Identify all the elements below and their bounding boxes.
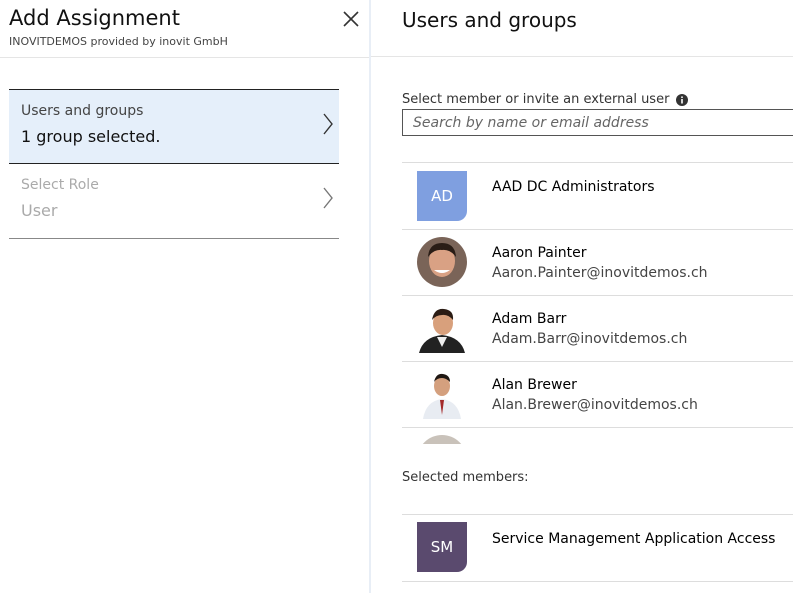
header-divider: [371, 56, 793, 57]
step-label: Users and groups: [21, 103, 144, 119]
list-item[interactable]: AD AAD DC Administrators: [402, 163, 793, 230]
close-icon[interactable]: [341, 9, 361, 29]
list-item[interactable]: Alan Brewer Alan.Brewer@inovitdemos.ch: [402, 361, 793, 428]
step-value: 1 group selected.: [21, 127, 161, 146]
member-name: Aaron Painter: [492, 245, 587, 261]
avatar: AD: [417, 171, 467, 221]
chevron-right-icon: [323, 187, 333, 209]
member-name: AAD DC Administrators: [492, 179, 655, 195]
member-name: Adam Barr: [492, 311, 567, 327]
panel-title: Users and groups: [402, 8, 577, 32]
avatar-photo: [417, 369, 467, 419]
member-email: Aaron.Painter@inovitdemos.ch: [492, 265, 708, 281]
member-name: Alan Brewer: [492, 377, 577, 393]
avatar: SM: [417, 522, 467, 572]
step-value: User: [21, 201, 58, 220]
step-users-and-groups[interactable]: Users and groups 1 group selected.: [9, 89, 339, 164]
member-email: Alan.Brewer@inovitdemos.ch: [492, 397, 698, 413]
list-item[interactable]: Aaron Painter Aaron.Painter@inovitdemos.…: [402, 229, 793, 296]
avatar-photo: [417, 237, 467, 287]
add-assignment-panel: Add Assignment INOVITDEMOS provided by i…: [0, 0, 369, 593]
list-item[interactable]: Adam Barr Adam.Barr@inovitdemos.ch: [402, 295, 793, 362]
users-and-groups-panel: Users and groups Select member or invite…: [371, 0, 793, 593]
panel-title: Add Assignment: [9, 6, 180, 30]
search-label: Select member or invite an external user: [402, 92, 670, 107]
chevron-right-icon: [323, 113, 333, 135]
list-item[interactable]: [402, 427, 793, 444]
avatar-photo: [417, 303, 467, 353]
selected-member-item[interactable]: SM Service Management Application Access: [402, 514, 793, 582]
step-select-role[interactable]: Select Role User: [9, 164, 339, 239]
member-list: AD AAD DC Administrators Aaron Painter A…: [402, 162, 793, 444]
header-divider: [0, 57, 369, 58]
info-icon[interactable]: [676, 94, 688, 106]
selected-members-label: Selected members:: [402, 470, 529, 485]
member-name: Service Management Application Access: [492, 531, 776, 547]
member-email: Adam.Barr@inovitdemos.ch: [492, 331, 688, 347]
search-input[interactable]: [402, 109, 793, 136]
panel-subtitle: INOVITDEMOS provided by inovit GmbH: [9, 35, 228, 48]
avatar-photo: [417, 435, 467, 444]
step-label: Select Role: [21, 177, 99, 193]
